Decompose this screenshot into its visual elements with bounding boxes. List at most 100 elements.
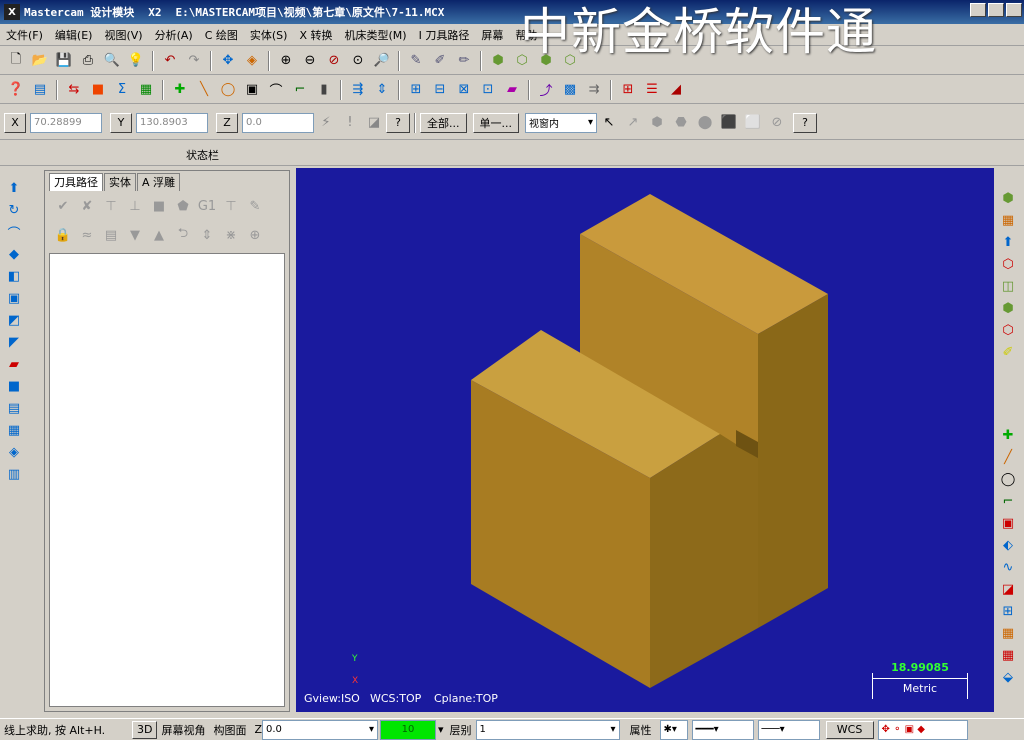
- front-view-icon[interactable]: ⬆: [997, 232, 1019, 253]
- tab-art[interactable]: A 浮雕: [137, 173, 181, 191]
- highfeed-icon[interactable]: ⊤: [220, 195, 242, 217]
- fillet-solid-icon[interactable]: ◤: [3, 332, 25, 353]
- level-icon[interactable]: ▤: [29, 79, 51, 101]
- array-icon[interactable]: ⊡: [477, 79, 499, 101]
- zoom-out-icon[interactable]: ⊖: [299, 50, 321, 72]
- create-chamfer-icon[interactable]: ◪: [997, 579, 1019, 600]
- maximize-button[interactable]: [988, 3, 1004, 17]
- wcs-button[interactable]: WCS: [825, 720, 874, 739]
- rectangle-icon[interactable]: ▣: [241, 79, 263, 101]
- tab-solids[interactable]: 实体: [104, 173, 136, 191]
- draft-icon[interactable]: ◈: [3, 442, 25, 463]
- scale-icon[interactable]: ⊠: [453, 79, 475, 101]
- construct-plane-button[interactable]: 构图面: [209, 722, 250, 738]
- rotate-icon[interactable]: ⊟: [429, 79, 451, 101]
- help-icon[interactable]: ?: [386, 112, 410, 133]
- create-text-icon[interactable]: ▦: [997, 623, 1019, 644]
- chamfer-solid-icon[interactable]: ▰: [3, 354, 25, 375]
- analysis-icon[interactable]: ❓: [5, 79, 27, 101]
- extrude-icon[interactable]: ⬆: [3, 178, 25, 199]
- create-circle-icon[interactable]: ◯: [997, 469, 1019, 490]
- scroll-icon[interactable]: ⇕: [196, 224, 218, 246]
- solid-box-icon[interactable]: ⬢: [487, 50, 509, 72]
- mode-3d-button[interactable]: 3D: [132, 720, 158, 739]
- menu-view[interactable]: 视图(V): [98, 27, 148, 43]
- trim-solid-icon[interactable]: ■: [3, 376, 25, 397]
- side-view-icon[interactable]: ⬡: [997, 254, 1019, 275]
- sum-icon[interactable]: Σ: [111, 79, 133, 101]
- fillet-icon[interactable]: ⌐: [289, 79, 311, 101]
- line-style-dropdown[interactable]: ━━━▾: [691, 719, 754, 740]
- menu-xform[interactable]: X 转换: [293, 27, 338, 43]
- menu-create[interactable]: C 绘图: [199, 27, 244, 43]
- body-select-icon[interactable]: ⬛: [718, 112, 740, 134]
- box-solid-icon[interactable]: ◧: [3, 266, 25, 287]
- zoom-icon[interactable]: ⊕: [275, 50, 297, 72]
- line-width-dropdown[interactable]: ───▾: [757, 719, 820, 740]
- line-icon[interactable]: ╲: [193, 79, 215, 101]
- create-rect-icon[interactable]: ▣: [997, 513, 1019, 534]
- join-icon[interactable]: ▩: [559, 79, 581, 101]
- break-icon[interactable]: ⤴: [535, 79, 557, 101]
- print-preview-icon[interactable]: 🔍: [101, 50, 123, 72]
- layer-field[interactable]: 1 ▾: [475, 719, 620, 740]
- menu-machine-type[interactable]: 机床类型(M): [339, 27, 413, 43]
- menu-solids[interactable]: 实体(S): [244, 27, 294, 43]
- select-all-button[interactable]: 全部...: [420, 112, 467, 133]
- point-icon[interactable]: ✚: [169, 79, 191, 101]
- edge-select-icon[interactable]: ⬤: [694, 112, 716, 134]
- chevron-down-icon[interactable]: ▾: [436, 723, 446, 736]
- create-zoom-icon[interactable]: ⬙: [997, 667, 1019, 688]
- point-style-dropdown[interactable]: ✱▾: [659, 719, 688, 740]
- create-arc-icon[interactable]: ⌐: [997, 491, 1019, 512]
- trim-icon[interactable]: ▰: [501, 79, 523, 101]
- layer-icon[interactable]: ▤: [3, 398, 25, 419]
- toolpath-icon[interactable]: ⇉: [583, 79, 605, 101]
- menu-toolpaths[interactable]: I 刀具路径: [413, 27, 476, 43]
- undo-icon[interactable]: ↶: [159, 50, 181, 72]
- boolean-icon[interactable]: ◩: [3, 310, 25, 331]
- level-field[interactable]: 10: [380, 719, 437, 740]
- regen-all-icon[interactable]: ⊤: [100, 195, 122, 217]
- select-dirty-ops-icon[interactable]: ✘: [76, 195, 98, 217]
- properties-icon[interactable]: 💡: [125, 50, 147, 72]
- post-icon[interactable]: G1: [196, 195, 218, 217]
- save-icon[interactable]: 💾: [53, 50, 75, 72]
- plan-view-icon[interactable]: ◫: [997, 276, 1019, 297]
- mask-icon[interactable]: ⊘: [766, 112, 788, 134]
- create-drill-icon[interactable]: ⊞: [997, 601, 1019, 622]
- open-file-icon[interactable]: 📂: [29, 50, 51, 72]
- y-coord-button[interactable]: Y: [110, 112, 132, 133]
- z-coord-button[interactable]: Z: [216, 112, 238, 133]
- select-single-button[interactable]: 单一...: [472, 112, 519, 133]
- loft-icon[interactable]: ◆: [3, 244, 25, 265]
- screen-view-button[interactable]: 屏幕视角: [157, 722, 209, 738]
- zoom-prev-icon[interactable]: ⊘: [323, 50, 345, 72]
- minimize-button[interactable]: [970, 3, 986, 17]
- group-icons[interactable]: ✥ ⚬ ▣ ◆: [877, 719, 968, 740]
- dimension-icon[interactable]: ⇆: [63, 79, 85, 101]
- circle-icon[interactable]: ◯: [217, 79, 239, 101]
- chain-select-icon[interactable]: ↗: [622, 112, 644, 134]
- verify-ops-icon[interactable]: ⬟: [172, 195, 194, 217]
- spline-icon[interactable]: ⌒: [265, 79, 287, 101]
- dyn-rotate-icon[interactable]: ✐: [997, 342, 1019, 363]
- top-view-icon[interactable]: ▦: [997, 210, 1019, 231]
- autocursor-icon[interactable]: ⚡: [315, 112, 337, 134]
- menu-screen[interactable]: 屏幕: [475, 27, 509, 43]
- pocket-icon[interactable]: ◢: [665, 79, 687, 101]
- x-coord-button[interactable]: X: [4, 112, 26, 133]
- xform-icon[interactable]: ⇶: [347, 79, 369, 101]
- revolve-icon[interactable]: ↻: [3, 200, 25, 221]
- sketcher-icon[interactable]: ◪: [363, 112, 385, 134]
- attributes-button[interactable]: 属性: [626, 722, 656, 738]
- create-pattern-icon[interactable]: ▦: [997, 645, 1019, 666]
- zoom-target-icon[interactable]: ⊙: [347, 50, 369, 72]
- only-display-icon[interactable]: ⋇: [220, 224, 242, 246]
- window-select-dropdown[interactable]: 视窗内 ▾: [525, 112, 597, 133]
- lock-icon[interactable]: 🔒: [52, 224, 74, 246]
- new-file-icon[interactable]: 🗋: [5, 50, 27, 72]
- tab-toolpaths[interactable]: 刀具路径: [49, 173, 103, 191]
- shaded-view-icon[interactable]: ⬢: [997, 298, 1019, 319]
- select-all-ops-icon[interactable]: ✔: [52, 195, 74, 217]
